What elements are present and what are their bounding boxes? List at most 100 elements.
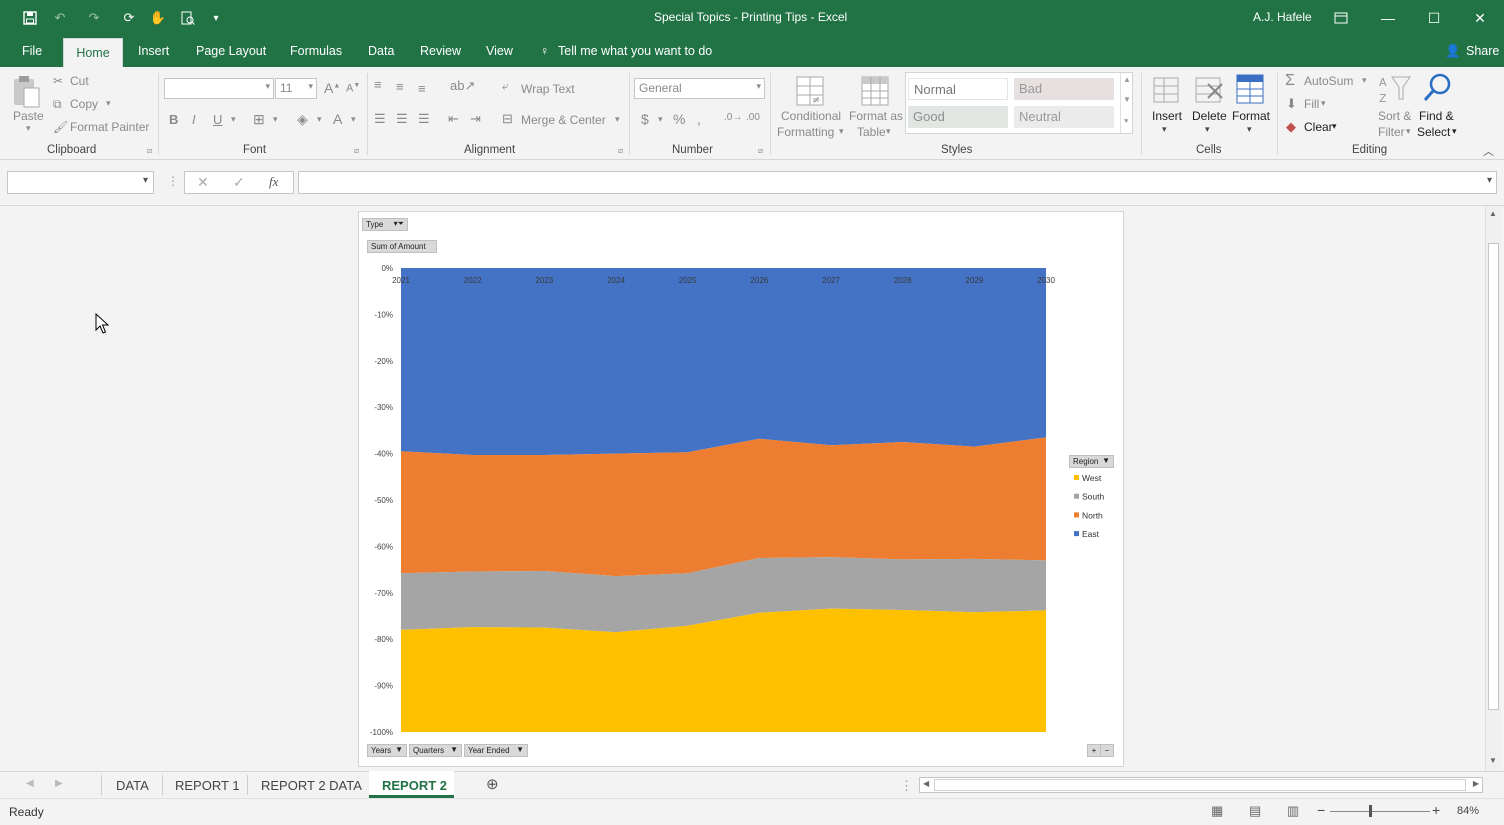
insert-cells-button[interactable]: Insert [1152,109,1182,123]
font-launcher-icon[interactable]: ⧄ [354,146,359,156]
legend-label-west[interactable]: West [1082,473,1102,483]
quarters-field-button[interactable]: Quarters ▼ [409,744,462,757]
vertical-scrollbar[interactable]: ▲ ▼ [1485,206,1501,771]
zoom-out-icon[interactable]: − [1317,802,1325,818]
print-preview-icon[interactable] [179,9,197,27]
increase-indent-icon[interactable]: ⇥ [470,111,481,127]
autosum-icon[interactable]: Σ [1285,72,1295,90]
merge-center-button[interactable]: Merge & Center [521,113,606,127]
copy-dropdown-icon[interactable]: ▾ [106,98,111,109]
zoom-level[interactable]: 84% [1457,805,1479,817]
sort-dropdown-icon[interactable]: ▾ [1406,126,1411,137]
undo-icon[interactable]: ↶ [51,9,69,27]
font-color-dropdown-icon[interactable]: ▾ [351,114,356,125]
font-size-combo[interactable]: 11 ▾ [275,78,317,99]
sheet-tab-report1[interactable]: REPORT 1 [175,778,240,793]
zoom-slider-thumb[interactable] [1369,805,1372,817]
horizontal-scroll-thumb[interactable] [934,779,1466,791]
pivot-chart[interactable]: Type ▾⏷ Sum of Amount 0% -10% -20% -30% -40%… [358,211,1124,767]
delete-cells-button[interactable]: Delete [1192,109,1227,123]
enter-entry-icon[interactable]: ✓ [233,174,245,191]
years-field-button[interactable]: Years ▼ [367,744,407,757]
tab-file[interactable]: File [22,44,42,58]
cancel-entry-icon[interactable]: ✕ [197,174,209,191]
style-normal[interactable]: Normal [908,78,1008,100]
tab-view[interactable]: View [486,44,513,58]
clipboard-launcher-icon[interactable]: ⧄ [147,146,152,156]
align-right-icon[interactable]: ☰ [418,111,430,127]
conditional-formatting-icon[interactable]: ≠ [795,75,827,109]
scroll-right-icon[interactable]: ▶ [1473,779,1479,788]
middle-align-icon[interactable]: ≡ [396,79,404,94]
style-neutral[interactable]: Neutral [1014,106,1114,128]
alignment-launcher-icon[interactable]: ⧄ [618,146,623,156]
paste-dropdown-icon[interactable]: ▾ [26,123,31,134]
delete-dropdown-icon[interactable]: ▾ [1205,124,1210,135]
tab-review[interactable]: Review [420,44,461,58]
bold-button[interactable]: B [169,112,178,127]
legend-label-south[interactable]: South [1082,492,1104,502]
scroll-left-icon[interactable]: ◀ [923,779,929,788]
refresh-icon[interactable]: ⟳ [120,9,138,27]
conditional-dropdown-icon[interactable]: ▾ [839,126,844,137]
share-button[interactable]: Share [1466,44,1499,58]
page-layout-view-icon[interactable]: ▤ [1249,803,1261,819]
fill-dropdown-icon[interactable]: ▾ [1321,98,1326,109]
touch-mode-icon[interactable]: ✋ [149,9,167,27]
style-bad[interactable]: Bad [1014,78,1114,100]
scroll-down-icon[interactable]: ▼ [1489,756,1497,765]
vertical-scroll-thumb[interactable] [1488,243,1499,710]
ribbon-display-icon[interactable] [1318,0,1364,36]
clear-button[interactable]: Clear [1304,120,1333,134]
find-dropdown-icon[interactable]: ▾ [1452,126,1457,137]
tab-formulas[interactable]: Formulas [290,44,342,58]
sheet-tab-report2-data[interactable]: REPORT 2 DATA [261,778,362,793]
borders-icon[interactable]: ⊞ [253,111,265,128]
cut-button[interactable]: Cut [70,74,89,88]
copy-icon[interactable]: ⧉ [53,97,62,112]
tab-page-layout[interactable]: Page Layout [196,44,266,58]
maximize-icon[interactable]: ☐ [1411,0,1457,36]
fill-button[interactable]: Fill [1304,97,1319,111]
format-as-table-button[interactable]: Format as [849,109,903,123]
italic-button[interactable]: I [192,112,196,127]
copy-button[interactable]: Copy [70,97,98,111]
find-select-icon[interactable] [1422,72,1454,106]
region-field-button[interactable]: Region ▼ [1069,455,1114,468]
normal-view-icon[interactable]: ▦ [1211,803,1223,819]
increase-decimal-icon[interactable]: .0→ [724,112,742,123]
format-painter-icon[interactable]: 🖌 [53,120,68,134]
clear-icon[interactable]: ◆ [1286,119,1296,135]
tab-insert[interactable]: Insert [138,44,169,58]
formula-input[interactable]: ▾ [298,171,1497,194]
format-as-table-dropdown-icon[interactable]: ▾ [886,126,891,137]
wrap-text-icon[interactable]: ⤶ [502,79,509,94]
find-select-button[interactable]: Find & [1419,109,1454,123]
tab-home[interactable]: Home [63,38,123,68]
area-series-east[interactable] [401,268,1046,455]
currency-dropdown-icon[interactable]: ▾ [658,114,663,125]
format-painter-button[interactable]: Format Painter [70,120,149,134]
decrease-decimal-icon[interactable]: .00 [746,112,760,123]
number-launcher-icon[interactable]: ⧄ [758,146,763,156]
zoom-in-icon[interactable]: + [1432,802,1440,818]
insert-function-button[interactable]: fx [269,174,278,190]
decrease-indent-icon[interactable]: ⇤ [448,111,459,127]
comma-icon[interactable]: , [697,111,701,127]
format-as-table-icon[interactable] [860,75,892,109]
format-dropdown-icon[interactable]: ▾ [1247,124,1252,135]
paste-button[interactable]: Paste [13,109,44,123]
merge-dropdown-icon[interactable]: ▾ [615,114,620,125]
wrap-text-button[interactable]: Wrap Text [521,82,575,96]
grow-font-icon[interactable]: A▲ [324,80,340,96]
font-color-icon[interactable]: A [333,111,342,127]
horizontal-scrollbar[interactable]: ◀ ▶ [919,777,1483,793]
format-cells-icon[interactable] [1235,72,1267,106]
sheet-tab-data[interactable]: DATA [116,778,149,793]
name-box-dropdown-icon[interactable]: ▾ [143,175,148,186]
collapse-field-icon[interactable]: − [1100,744,1114,757]
underline-dropdown-icon[interactable]: ▾ [231,114,236,125]
align-left-icon[interactable]: ☰ [374,111,386,127]
redo-icon[interactable]: ↷ [85,9,103,27]
expand-field-icon[interactable]: + [1087,744,1101,757]
